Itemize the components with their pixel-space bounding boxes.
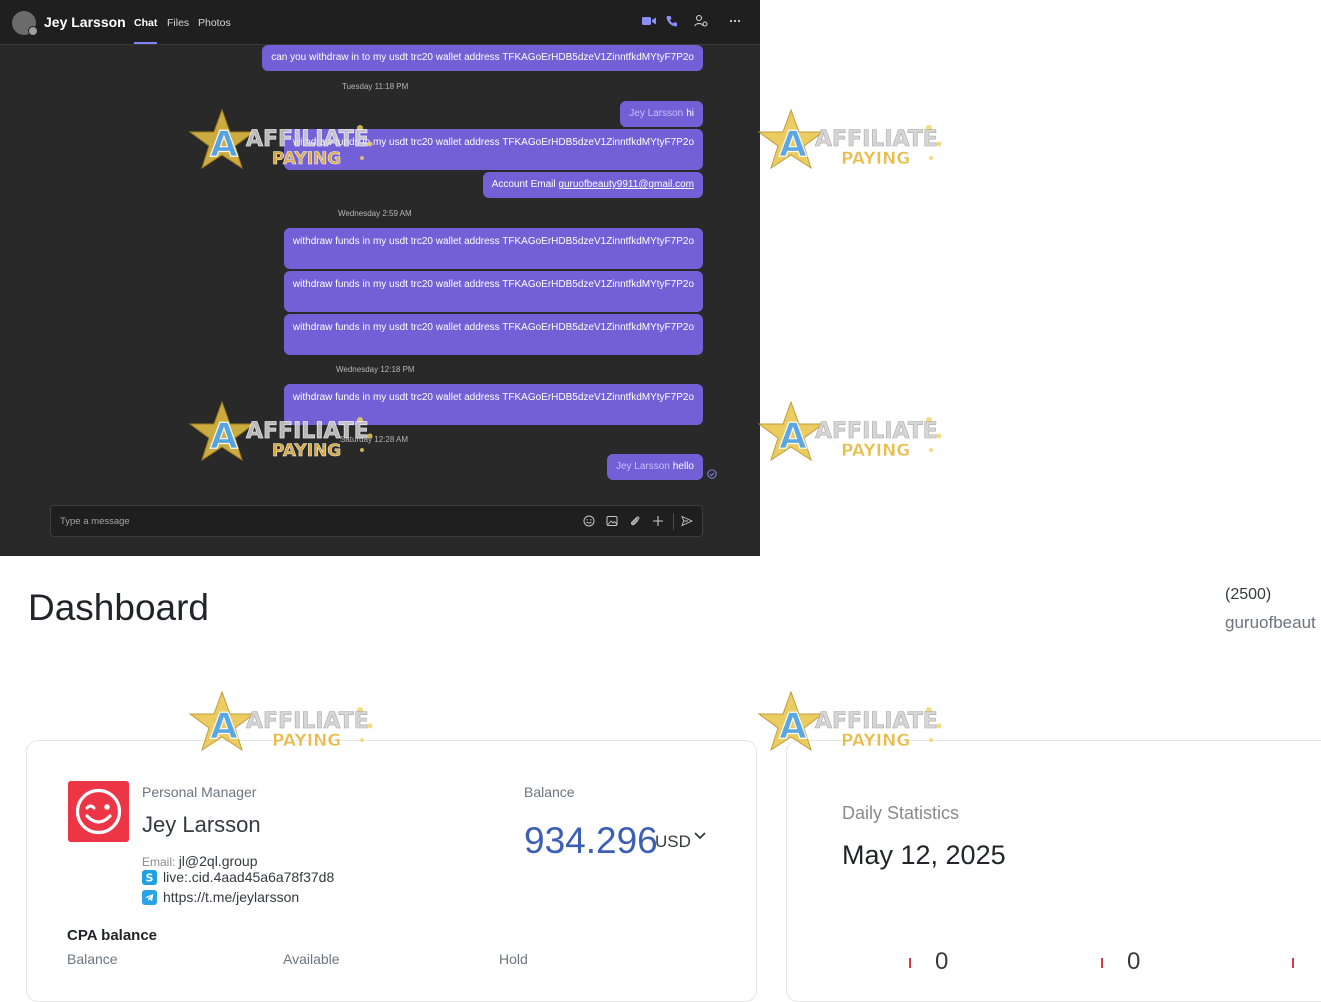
currency-selector[interactable]: USD bbox=[655, 832, 691, 852]
svg-text:A: A bbox=[779, 416, 807, 457]
compose-divider bbox=[673, 513, 674, 530]
add-icon[interactable] bbox=[651, 514, 665, 528]
page-title: Dashboard bbox=[28, 587, 210, 628]
affiliate-paying-watermark: A AFFILIATE PAYING bbox=[757, 400, 942, 461]
message-bubble[interactable]: withdraw funds in my usdt trc20 wallet a… bbox=[283, 314, 703, 355]
message-sender: Jey Larsson bbox=[629, 108, 684, 119]
manager-email[interactable]: jl@2ql.group bbox=[179, 853, 258, 869]
tab-files[interactable]: Files bbox=[167, 17, 189, 29]
daily-statistics-card bbox=[786, 740, 1321, 1002]
manager-avatar bbox=[68, 781, 129, 842]
image-icon[interactable] bbox=[605, 514, 619, 528]
daily-statistics-date: May 12, 2025 bbox=[842, 840, 1006, 870]
message-timestamp: Saturday 12:28 AM bbox=[340, 435, 409, 444]
message-bubble[interactable]: withdraw funds in my usdt trc20 wallet a… bbox=[283, 271, 703, 312]
manager-email-row: Email: jl@2ql.group bbox=[142, 853, 258, 869]
manager-skype-row[interactable]: S live:.cid.4aad45a6a78f37d8 bbox=[142, 869, 334, 885]
account-count: (2500) bbox=[1225, 586, 1272, 603]
account-email[interactable]: guruofbeaut bbox=[1225, 613, 1316, 633]
message-text: hello bbox=[672, 461, 694, 472]
cpa-col-hold: Hold bbox=[499, 951, 528, 967]
svg-text:AFFILIATE: AFFILIATE bbox=[815, 127, 938, 152]
message-bubble[interactable]: withdraw funds in my usdt trc20 wallet a… bbox=[283, 228, 703, 269]
manager-label: Personal Manager bbox=[142, 784, 257, 800]
balance-value: 934.296 bbox=[524, 820, 658, 861]
send-icon[interactable] bbox=[680, 514, 694, 528]
manager-name: Jey Larsson bbox=[142, 812, 261, 837]
chevron-down-icon[interactable] bbox=[693, 829, 707, 843]
message-text: hi bbox=[686, 108, 694, 119]
message-bubble[interactable]: withdraw funds in my usdt trc20 wallet a… bbox=[283, 129, 703, 170]
tab-chat[interactable]: Chat bbox=[134, 17, 158, 44]
svg-text:PAYING: PAYING bbox=[841, 441, 910, 461]
svg-text:AFFILIATE: AFFILIATE bbox=[815, 419, 938, 444]
video-call-icon[interactable] bbox=[641, 13, 657, 29]
stat-value: 0 bbox=[1127, 948, 1141, 975]
svg-text:AFFILIATE: AFFILIATE bbox=[246, 709, 369, 734]
chat-header: Jey Larsson Chat Files Photos bbox=[0, 0, 760, 45]
cpa-col-available: Available bbox=[283, 951, 340, 967]
people-settings-icon[interactable] bbox=[693, 13, 709, 29]
seen-check-icon bbox=[707, 469, 717, 479]
stat-value: 0 bbox=[935, 948, 949, 975]
telegram-icon bbox=[142, 889, 157, 905]
message-bubble[interactable]: Jey Larsson hello bbox=[606, 454, 703, 480]
emoji-icon[interactable] bbox=[582, 514, 596, 528]
compose-placeholder: Type a message bbox=[60, 516, 130, 527]
cpa-balance-title: CPA balance bbox=[67, 927, 158, 944]
more-options-icon[interactable] bbox=[727, 13, 743, 29]
email-label: Email: bbox=[142, 855, 176, 869]
contact-avatar[interactable] bbox=[12, 11, 38, 36]
cpa-col-balance: Balance bbox=[67, 951, 118, 967]
manager-balance-card bbox=[26, 740, 757, 1002]
phone-call-icon[interactable] bbox=[664, 13, 680, 29]
tab-photos[interactable]: Photos bbox=[198, 17, 231, 29]
skype-icon: S bbox=[142, 869, 157, 885]
svg-text:PAYING: PAYING bbox=[841, 149, 910, 169]
message-bubble[interactable]: Account Email guruofbeauty9911@gmail.com bbox=[482, 172, 703, 198]
daily-statistics-label: Daily Statistics bbox=[842, 803, 960, 823]
message-email-link[interactable]: guruofbeauty9911@gmail.com bbox=[558, 179, 694, 190]
contact-name: Jey Larsson bbox=[44, 14, 126, 30]
message-timestamp: Wednesday 12:18 PM bbox=[336, 365, 415, 374]
message-label: Account Email bbox=[491, 179, 556, 190]
svg-text:AFFILIATE: AFFILIATE bbox=[815, 709, 938, 734]
message-sender: Jey Larsson bbox=[615, 461, 670, 472]
svg-text:A: A bbox=[779, 124, 807, 165]
message-timestamp: Wednesday 2:59 AM bbox=[338, 209, 412, 218]
manager-skype: live:.cid.4aad45a6a78f37d8 bbox=[163, 869, 335, 885]
affiliate-paying-watermark: A AFFILIATE PAYING bbox=[757, 108, 942, 169]
message-timestamp: Tuesday 11:18 PM bbox=[342, 82, 409, 91]
manager-telegram-row[interactable]: https://t.me/jeylarsson bbox=[142, 889, 299, 905]
message-bubble[interactable]: withdraw funds in my usdt trc20 wallet a… bbox=[283, 384, 703, 425]
chat-panel: Jey Larsson Chat Files Photos can you wi… bbox=[0, 0, 760, 556]
svg-text:S: S bbox=[146, 871, 154, 884]
message-bubble[interactable]: can you withdraw in to my usdt trc20 wal… bbox=[262, 45, 703, 71]
balance-label: Balance bbox=[524, 784, 575, 800]
message-bubble[interactable]: Jey Larsson hi bbox=[620, 101, 703, 127]
attach-icon[interactable] bbox=[628, 514, 642, 528]
manager-telegram: https://t.me/jeylarsson bbox=[163, 889, 300, 905]
message-compose-box[interactable]: Type a message bbox=[50, 505, 703, 537]
